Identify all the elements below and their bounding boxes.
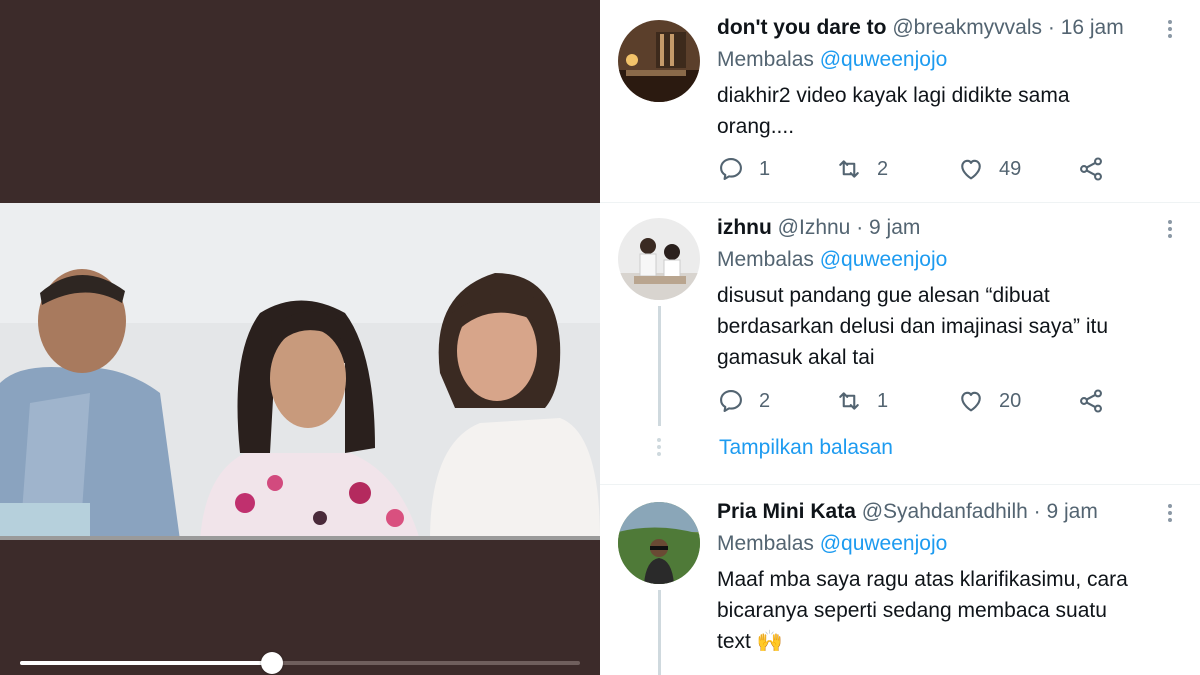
video-frame[interactable] — [0, 203, 600, 540]
thread-connector-line — [658, 590, 661, 675]
share-icon — [1080, 157, 1102, 181]
avatar-image — [618, 218, 700, 300]
timestamp[interactable]: · 9 jam — [856, 216, 920, 239]
tweet-text-line: bicaranya seperti sedang membaca suatu — [717, 599, 1107, 622]
retweet-button[interactable]: 1 — [835, 386, 888, 416]
tweet-text-line: text 🙌 — [717, 630, 783, 653]
like-count: 20 — [999, 389, 1022, 412]
retweet-icon — [839, 392, 859, 410]
display-name[interactable]: Pria Mini Kata — [717, 500, 856, 523]
mention-link[interactable]: @quweenjojo — [820, 48, 948, 71]
like-icon — [961, 159, 981, 180]
more-icon[interactable] — [1160, 502, 1180, 526]
video-still-image — [0, 203, 600, 540]
reply-button[interactable]: 1 — [717, 154, 770, 184]
reply-count: 2 — [759, 389, 771, 412]
reply-icon — [720, 158, 742, 180]
more-icon[interactable] — [1160, 218, 1180, 242]
share-button[interactable] — [1077, 386, 1119, 416]
replying-to: Membalas @quweenjojo — [717, 248, 947, 272]
tweet-header: izhnu @Izhnu · 9 jam — [717, 216, 920, 240]
tweet-text-line: berdasarkan delusi dan imajinasi saya” i… — [717, 315, 1109, 338]
tweet-divider — [600, 484, 1200, 485]
retweet-button[interactable]: 2 — [835, 154, 888, 184]
avatar-image — [618, 20, 700, 102]
mention-link[interactable]: @quweenjojo — [820, 532, 948, 555]
avatar-breakmyvvals[interactable] — [618, 20, 700, 102]
tweet-actions: 1 2 49 — [717, 154, 1147, 184]
display-name[interactable]: izhnu — [717, 216, 772, 239]
show-replies-link[interactable]: Tampilkan balasan — [719, 436, 893, 460]
tweet-text-line: diakhir2 video kayak lagi didikte sama — [717, 84, 1070, 107]
replying-prefix: Membalas — [717, 532, 814, 555]
handle[interactable]: @Izhnu — [778, 216, 851, 239]
display-name[interactable]: don't you dare to — [717, 16, 887, 39]
retweet-count: 1 — [877, 389, 889, 412]
avatar-image — [618, 502, 700, 584]
avatar-syahdanfadhilh[interactable] — [618, 502, 700, 584]
retweet-icon — [839, 160, 859, 178]
retweet-count: 2 — [877, 157, 889, 180]
replying-to: Membalas @quweenjojo — [717, 48, 947, 72]
timestamp[interactable]: · 9 jam — [1034, 500, 1098, 523]
replying-prefix: Membalas — [717, 48, 814, 71]
tweet-text: Maaf mba saya ragu atas klarifikasimu, c… — [717, 564, 1177, 657]
handle[interactable]: @Syahdanfadhilh — [862, 500, 1028, 523]
timestamp[interactable]: · 16 jam — [1048, 16, 1124, 39]
share-button[interactable] — [1077, 154, 1119, 184]
mention-link[interactable]: @quweenjojo — [820, 248, 948, 271]
share-icon — [1080, 389, 1102, 413]
video-progress-bar[interactable] — [20, 652, 580, 674]
like-count: 49 — [999, 157, 1022, 180]
video-player[interactable] — [0, 0, 600, 675]
tweet-divider — [600, 202, 1200, 203]
tweet-text-line: orang.... — [717, 115, 795, 138]
tweet-actions: 2 1 20 — [717, 386, 1147, 416]
tweet-header: don't you dare to @breakmyvvals · 16 jam — [717, 16, 1124, 40]
handle[interactable]: @breakmyvvals — [892, 16, 1042, 39]
replying-prefix: Membalas — [717, 248, 814, 271]
thread-connector-line — [658, 306, 661, 426]
tweet-text-line: gamasuk akal tai — [717, 346, 875, 369]
reply-count: 1 — [759, 157, 771, 180]
avatar-izhnu[interactable] — [618, 218, 700, 300]
like-button[interactable]: 20 — [957, 386, 1021, 416]
thread-ellipsis-icon — [657, 438, 662, 459]
video-progress-fill — [20, 661, 272, 665]
replying-to: Membalas @quweenjojo — [717, 532, 947, 556]
tweet-text: disusut pandang gue alesan “dibuat berda… — [717, 280, 1177, 373]
more-icon[interactable] — [1160, 18, 1180, 42]
video-scrubber-handle[interactable] — [261, 652, 283, 674]
tweet-text: diakhir2 video kayak lagi didikte sama o… — [717, 80, 1177, 142]
tweet-text-line: disusut pandang gue alesan “dibuat — [717, 284, 1050, 307]
reply-button[interactable]: 2 — [717, 386, 770, 416]
tweet-text-line: Maaf mba saya ragu atas klarifikasimu, c… — [717, 568, 1128, 591]
reply-icon — [720, 390, 742, 412]
reply-thread: don't you dare to @breakmyvvals · 16 jam… — [600, 0, 1200, 675]
tweet-header: Pria Mini Kata @Syahdanfadhilh · 9 jam — [717, 500, 1098, 524]
like-button[interactable]: 49 — [957, 154, 1021, 184]
like-icon — [961, 391, 981, 412]
